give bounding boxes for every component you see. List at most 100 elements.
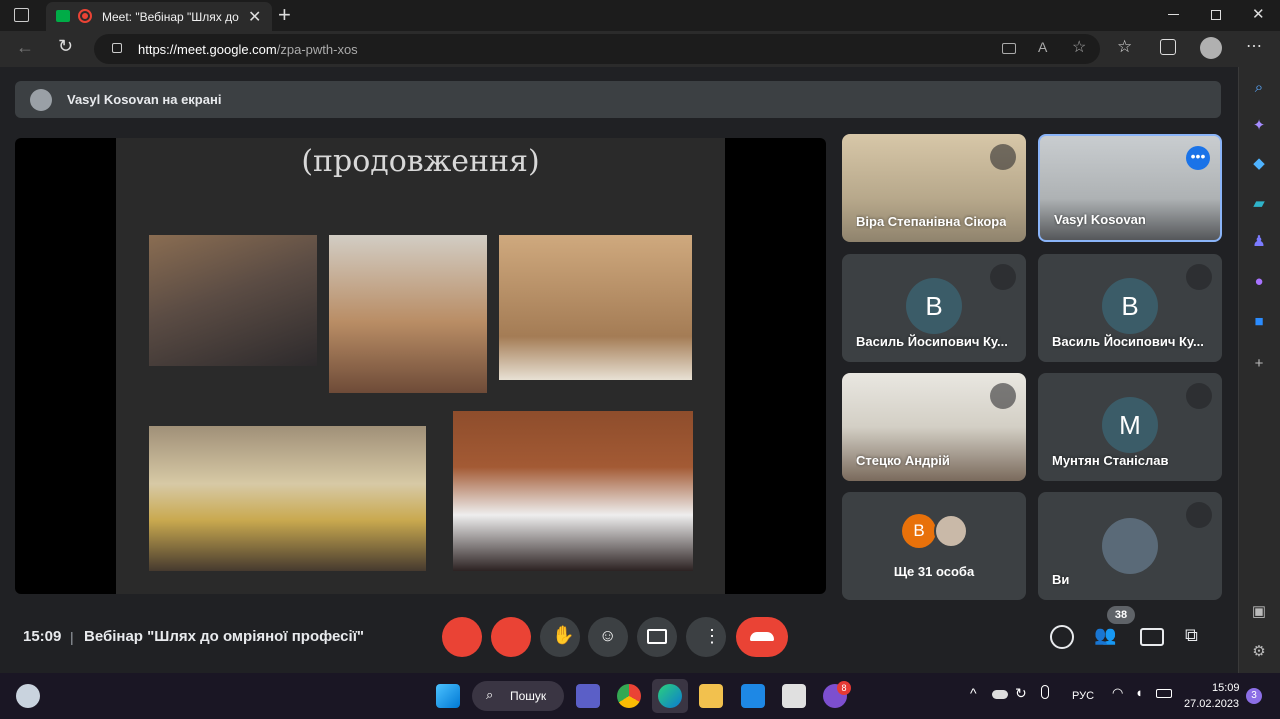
search-box[interactable]: ⌕ Пошук <box>472 681 564 711</box>
more-options-button[interactable]: ⋮ <box>686 617 726 657</box>
participant-tile-active[interactable]: ••• Vasyl Kosovan <box>1038 134 1222 242</box>
search-label: Пошук <box>510 689 547 703</box>
office-icon[interactable]: ● <box>1250 273 1268 291</box>
clock-date[interactable]: 27.02.2023 <box>1184 698 1239 710</box>
volume-icon[interactable]: ◖ <box>1135 685 1143 700</box>
copilot-icon[interactable]: ✦ <box>1250 117 1268 135</box>
presenter-text: Vasyl Kosovan на екрані <box>67 92 222 107</box>
leave-call-button[interactable] <box>736 617 788 657</box>
read-aloud-icon[interactable]: A <box>1038 39 1047 55</box>
others-count-label: Ще 31 особа <box>893 564 975 579</box>
tools-icon[interactable]: ▰ <box>1250 195 1268 213</box>
hand-icon: ✋ <box>552 625 575 645</box>
avatar: В <box>1102 278 1158 334</box>
activities-icon[interactable]: ⧉ <box>1185 625 1209 649</box>
edge-taskbar-button[interactable] <box>652 679 688 713</box>
chat-icon[interactable] <box>1140 628 1164 646</box>
participant-name: Мунтян Станіслав <box>1052 453 1169 468</box>
reload-icon[interactable]: ↻ <box>58 36 73 57</box>
tab-title: Meet: "Вебінар "Шлях до о <box>102 10 242 24</box>
back-icon[interactable]: ← <box>16 37 34 58</box>
chrome-icon[interactable] <box>617 684 641 708</box>
slide-photo <box>453 411 693 571</box>
recording-icon <box>78 9 92 23</box>
avatar: М <box>1102 397 1158 453</box>
slide-title: (продовження) <box>301 144 540 179</box>
battery-icon[interactable] <box>1156 689 1172 698</box>
meet-icon <box>56 10 70 22</box>
participant-name: Василь Йосипович Ку... <box>1052 334 1204 349</box>
microphone-icon[interactable] <box>1041 685 1049 699</box>
meet-view: Vasyl Kosovan на екрані (продовження) Ві… <box>0 67 1238 673</box>
camera-toggle-button[interactable] <box>491 617 531 657</box>
sync-icon[interactable]: ↻ <box>1015 685 1027 702</box>
address-bar: ← ↻ https://meet.google.com/zpa-pwth-xos… <box>0 31 1280 67</box>
meeting-time: 15:09 <box>23 628 62 645</box>
close-tab-icon[interactable]: ✕ <box>248 7 261 27</box>
mic-toggle-button[interactable] <box>442 617 482 657</box>
mic-off-icon <box>1186 383 1212 409</box>
more-options-icon[interactable]: ••• <box>1186 146 1210 170</box>
self-avatar <box>1102 518 1158 574</box>
wifi-icon[interactable]: ◠ <box>1112 685 1123 701</box>
language-indicator[interactable]: РУС <box>1072 690 1094 702</box>
tray-chevron-icon[interactable]: ^ <box>970 685 977 701</box>
present-icon <box>647 629 667 644</box>
sidebar-layout-icon[interactable]: ▣ <box>1250 603 1268 621</box>
new-tab-icon[interactable]: + <box>278 2 291 28</box>
add-icon[interactable]: + <box>1250 355 1268 373</box>
meeting-info-icon[interactable] <box>1050 625 1074 649</box>
acrobat-icon[interactable] <box>782 684 806 708</box>
more-menu-icon[interactable]: ⋯ <box>1246 36 1262 56</box>
raise-hand-button[interactable]: ✋ <box>540 617 580 657</box>
meet-app-icon[interactable] <box>576 684 600 708</box>
participant-tile[interactable]: М Мунтян Станіслав <box>1038 373 1222 481</box>
separator: | <box>70 629 74 645</box>
participant-tile[interactable]: Віра Степанівна Сікора <box>842 134 1026 242</box>
url-field[interactable]: https://meet.google.com/zpa-pwth-xos A ☆ <box>94 34 1100 64</box>
participant-tile[interactable]: В Василь Йосипович Ку... <box>842 254 1026 362</box>
search-icon[interactable]: ⌕ <box>1250 79 1268 97</box>
notification-badge[interactable]: 3 <box>1246 688 1262 704</box>
favorite-icon[interactable]: ☆ <box>1072 37 1086 57</box>
url-text: https://meet.google.com/zpa-pwth-xos <box>138 42 358 57</box>
end-call-icon <box>750 632 774 641</box>
emoji-icon: ☺ <box>599 626 617 645</box>
windows-taskbar: ⌕ Пошук 8 ^ ↻ РУС ◠ ◖ 15:09 27.02.2023 3 <box>0 673 1280 719</box>
self-tile[interactable]: Ви <box>1038 492 1222 600</box>
start-icon[interactable] <box>436 684 460 708</box>
tab-google-meet[interactable]: Meet: "Вебінар "Шлях до о ✕ <box>46 2 272 31</box>
search-icon: ⌕ <box>486 687 494 702</box>
weather-icon[interactable] <box>16 684 40 708</box>
close-window-icon[interactable]: ✕ <box>1252 5 1265 23</box>
minimize-icon[interactable] <box>1168 14 1179 15</box>
avatar <box>934 514 968 548</box>
shared-screen[interactable]: (продовження) <box>15 138 826 594</box>
profile-avatar[interactable] <box>1200 37 1222 59</box>
restore-icon[interactable] <box>1211 10 1221 20</box>
others-tile[interactable]: В Ще 31 особа <box>842 492 1026 600</box>
people-icon[interactable]: 👥 <box>1094 625 1118 649</box>
meeting-title: Вебінар "Шлях до омріяної професії" <box>84 628 365 645</box>
mail-icon[interactable] <box>741 684 765 708</box>
avatar: В <box>906 278 962 334</box>
favorites-icon[interactable]: ☆ <box>1117 37 1132 57</box>
browser-tab-bar: Meet: "Вебінар "Шлях до о ✕ + ✕ <box>0 0 1280 31</box>
present-button[interactable] <box>637 617 677 657</box>
settings-icon[interactable]: ⚙ <box>1250 643 1268 661</box>
onedrive-icon[interactable] <box>992 690 1008 699</box>
tab-actions-icon[interactable] <box>14 8 29 22</box>
reactions-button[interactable]: ☺ <box>588 617 628 657</box>
edge-icon <box>658 684 682 708</box>
shopping-icon[interactable]: ◆ <box>1250 155 1268 173</box>
participant-tile[interactable]: Стецко Андрій <box>842 373 1026 481</box>
slide-photo <box>499 235 692 380</box>
camera-site-icon[interactable] <box>1002 43 1016 54</box>
games-icon[interactable]: ♟ <box>1250 233 1268 251</box>
clock-time[interactable]: 15:09 <box>1212 682 1240 694</box>
mic-off-icon <box>990 383 1016 409</box>
file-explorer-icon[interactable] <box>699 684 723 708</box>
participant-tile[interactable]: В Василь Йосипович Ку... <box>1038 254 1222 362</box>
collections-icon[interactable] <box>1160 39 1176 55</box>
outlook-icon[interactable]: ■ <box>1250 313 1268 331</box>
